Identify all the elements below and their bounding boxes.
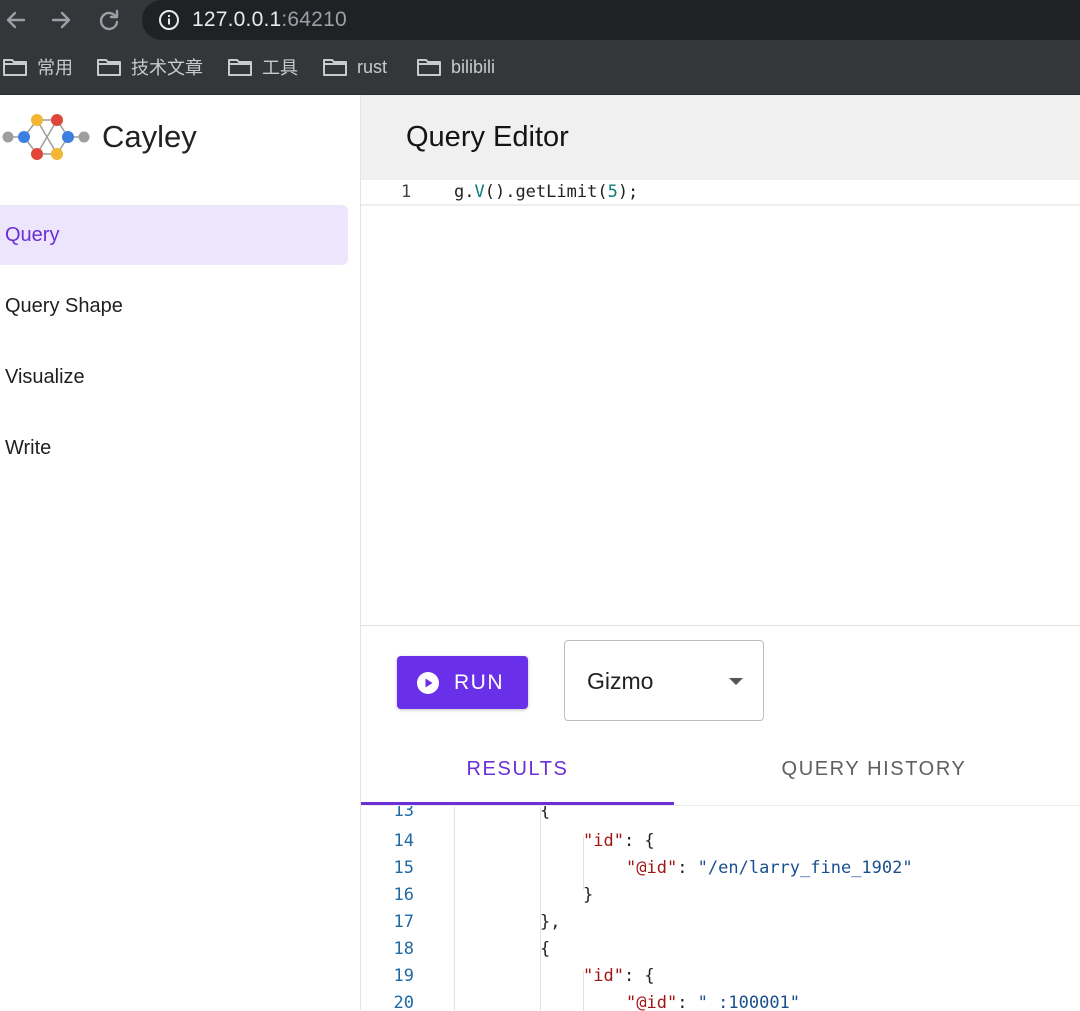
back-arrow-icon[interactable] (0, 4, 32, 36)
bookmark-label: 技术文章 (131, 58, 203, 78)
json-key: "@id" (626, 858, 678, 878)
sidebar: Cayley Query Query Shape Visualize Write (0, 95, 361, 1010)
result-line: 16} (361, 882, 1080, 909)
run-button-label: RUN (454, 670, 504, 694)
tab-query-history[interactable]: QUERY HISTORY (674, 734, 1074, 805)
result-code: "id": { (583, 966, 655, 986)
code-line[interactable]: 1 g.V().getLimit(5); (361, 180, 1080, 206)
bookmark-folder-1[interactable]: 技术文章 (96, 54, 203, 80)
sidebar-item-query[interactable]: Query (0, 205, 348, 265)
folder-icon (417, 59, 441, 76)
address-bar[interactable]: 127.0.0.1:64210 (142, 0, 1080, 40)
folder-icon (97, 59, 121, 76)
result-line: 19 "id": { (361, 963, 1080, 990)
code-editor[interactable]: 1 g.V().getLimit(5); (361, 180, 1080, 625)
result-line: 15 "@id": "/en/larry_fine_1902" (361, 855, 1080, 882)
json-key: "id" (583, 966, 624, 986)
result-code: { (540, 939, 551, 959)
result-code: "@id": "/en/larry_fine_1902" (626, 858, 913, 878)
main-panel: Query Editor 1 g.V().getLimit(5); RUN Gi… (361, 95, 1080, 1011)
line-number: 20 (393, 993, 414, 1011)
query-controls: RUN Gizmo (361, 625, 1080, 735)
reload-icon[interactable] (93, 4, 125, 36)
result-code: { (540, 805, 551, 821)
line-number: 15 (393, 858, 414, 878)
sidebar-item-label: Query Shape (5, 294, 123, 317)
url-port: :64210 (281, 8, 347, 31)
result-code: "@id": "_:100001" (626, 993, 801, 1011)
bookmark-label: 常用 (37, 58, 73, 78)
tab-results[interactable]: RESULTS (361, 734, 674, 805)
line-number: 16 (393, 885, 414, 905)
run-button[interactable]: RUN (397, 656, 528, 709)
brand-name: Cayley (102, 119, 197, 154)
result-line: 14 "id": { (361, 828, 1080, 855)
line-number: 17 (393, 912, 414, 932)
line-number: 19 (393, 966, 414, 986)
result-tabs: RESULTS QUERY HISTORY (361, 734, 1080, 805)
language-select-value: Gizmo (587, 668, 654, 694)
json-key: "@id" (626, 993, 678, 1011)
result-line: 18 { (361, 936, 1080, 963)
tab-label: RESULTS (466, 758, 569, 780)
results-viewer[interactable]: 13 {14 "id": { 15 "@id": "/en/larry_fine_190… (361, 805, 1080, 1011)
folder-icon (323, 59, 347, 76)
tab-label: QUERY HISTORY (781, 758, 967, 780)
result-code: }, (540, 912, 561, 932)
result-line: 13 { (361, 805, 1080, 825)
result-code: } (583, 885, 594, 905)
language-select[interactable]: Gizmo (564, 640, 764, 721)
sidebar-item-write[interactable]: Write (0, 418, 348, 478)
cayley-logo-icon (2, 111, 94, 168)
browser-toolbar: 127.0.0.1:64210 (0, 0, 1080, 40)
url-host: 127.0.0.1 (192, 8, 282, 31)
sidebar-item-visualize[interactable]: Visualize (0, 347, 348, 407)
bookmark-label: bilibili (451, 56, 496, 77)
bookmark-folder-0[interactable]: 常用 (2, 54, 73, 80)
line-number: 1 (401, 182, 412, 202)
result-line: 20 "@id": "_:100001" (361, 990, 1080, 1011)
caret-down-icon (729, 678, 743, 685)
code-text[interactable]: g.V().getLimit(5); (454, 181, 638, 203)
json-string: "_:100001" (697, 993, 801, 1011)
bookmark-label: 工具 (262, 58, 298, 78)
json-key: "id" (583, 831, 624, 851)
bookmark-folder-4[interactable]: bilibili (416, 54, 495, 80)
editor-header: Query Editor (361, 95, 1080, 180)
forward-arrow-icon[interactable] (45, 4, 77, 36)
sidebar-item-label: Query (5, 223, 60, 246)
bookmark-label: rust (357, 56, 388, 77)
play-circle-icon (417, 671, 439, 694)
bookmarks-bar: 常用 技术文章 工具 rust bilibili (0, 40, 1080, 95)
bookmark-folder-2[interactable]: 工具 (227, 54, 298, 80)
json-string: "/en/larry_fine_1902" (697, 858, 913, 878)
line-number: 14 (393, 831, 414, 851)
site-info-icon[interactable] (158, 9, 180, 36)
line-number: 13 (393, 805, 414, 821)
sidebar-item-query-shape[interactable]: Query Shape (0, 276, 348, 336)
url-text[interactable]: 127.0.0.1:64210 (192, 7, 347, 33)
result-code: "id": { (583, 831, 655, 851)
folder-icon (3, 59, 27, 76)
line-number: 18 (393, 939, 414, 959)
sidebar-item-label: Write (5, 436, 52, 459)
folder-icon (228, 59, 252, 76)
result-line: 17}, (361, 909, 1080, 936)
bookmark-folder-3[interactable]: rust (322, 54, 387, 80)
page-title: Query Editor (406, 121, 569, 153)
sidebar-item-label: Visualize (5, 365, 85, 388)
